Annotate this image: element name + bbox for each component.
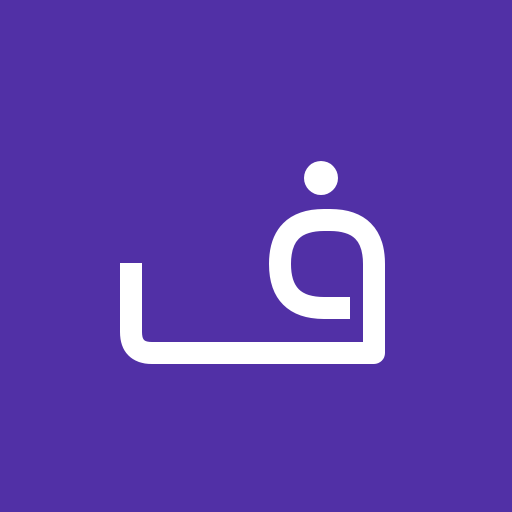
letter-dot (304, 161, 338, 195)
avatar (0, 0, 512, 512)
avatar-background (0, 0, 512, 512)
